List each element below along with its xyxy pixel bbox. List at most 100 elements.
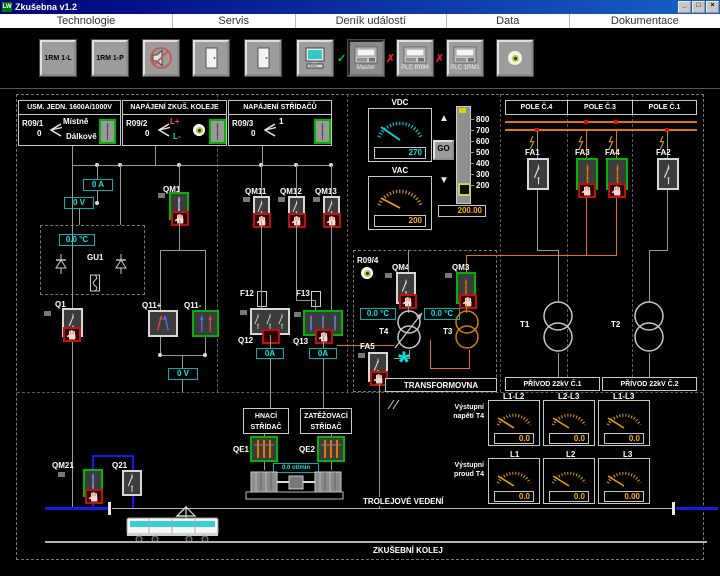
- wire: [649, 353, 650, 377]
- rail-label: ZKUŠEBNÍ KOLEJ: [370, 546, 446, 555]
- wire: [72, 165, 73, 308]
- panel-usm-jedn: USM. JEDN. 1600A/1000V R09/1 0 Místně Dá…: [18, 100, 121, 146]
- door-button-1[interactable]: [193, 40, 229, 76]
- r09-1-manual-switch[interactable]: [99, 119, 116, 144]
- load-inverter-title: ZATĚŽOVACÍ STŘÍDAČ: [300, 408, 352, 434]
- qm11-manual-hand-button[interactable]: [253, 213, 271, 228]
- switch-q11-minus[interactable]: [192, 310, 219, 337]
- wire: [261, 221, 262, 308]
- vdc-meter-label: VDC: [368, 98, 432, 107]
- pole-4-header: POLE Č.4: [505, 100, 568, 115]
- mute-alarm-button[interactable]: [143, 40, 179, 76]
- menu-technologie[interactable]: Technologie: [0, 14, 173, 28]
- wire: [79, 209, 80, 225]
- q11-minus-label: Q11-: [184, 301, 201, 310]
- trolley-line-blue: [676, 507, 718, 510]
- status-tag: [58, 472, 65, 477]
- wire: [72, 146, 73, 165]
- q1-manual-hand-button[interactable]: [63, 327, 81, 342]
- setpoint-go-button[interactable]: GO: [433, 140, 454, 160]
- motor-generator-set: [245, 466, 345, 502]
- app-icon: LW: [2, 2, 12, 12]
- wire: [616, 198, 617, 255]
- qm12-manual-hand-button[interactable]: [288, 213, 306, 228]
- selector-switch-icon[interactable]: [261, 122, 279, 138]
- button-1rm-1-p[interactable]: 1RM 1-P: [92, 40, 128, 76]
- r09-2-option-top: L+: [170, 117, 180, 126]
- transformer-t3-icon[interactable]: [450, 308, 484, 352]
- switch-q11-plus[interactable]: [148, 310, 178, 337]
- tick-mark: [470, 130, 474, 131]
- lamp-test-button[interactable]: [497, 40, 533, 76]
- plc-r094-button[interactable]: PLC R094: [397, 40, 433, 76]
- wire: [92, 455, 134, 457]
- wire: [296, 165, 297, 196]
- tick-mark: [470, 119, 474, 120]
- qm1-manual-hand-button[interactable]: [171, 211, 189, 226]
- fa3-manual-hand-button[interactable]: [578, 183, 596, 198]
- wire: [430, 368, 470, 369]
- breaker-fa1[interactable]: [527, 158, 549, 190]
- r09-2-lamp: [193, 124, 205, 136]
- wire: [296, 221, 297, 300]
- maximize-button[interactable]: □: [692, 1, 705, 13]
- switch-open-icon: [126, 473, 138, 493]
- minimize-button[interactable]: _: [678, 1, 691, 13]
- diode-icon: [113, 254, 129, 274]
- hatch-mark: [386, 399, 402, 410]
- menu-dokumentace[interactable]: Dokumentace: [570, 14, 720, 28]
- meter-l1l3-value: 0.0: [604, 433, 644, 444]
- q12-manual-hand-button[interactable]: [262, 329, 280, 344]
- button-1rm-1-l[interactable]: 1RM 1-L: [40, 40, 76, 76]
- breaker-q21[interactable]: [122, 470, 142, 496]
- button-1rm-1-l-label: 1RM 1-L: [44, 55, 71, 62]
- t4-temp-display: 0.0 °C: [360, 308, 396, 320]
- setpoint-up-button[interactable]: ▲: [436, 112, 452, 128]
- panel-napajeni-stridacu: NAPÁJENÍ STŘÍDAČŮ R09/3 0 1: [228, 100, 332, 146]
- wire: [537, 190, 538, 250]
- qm11-label: QM11: [245, 187, 266, 196]
- menu-servis[interactable]: Servis: [173, 14, 296, 28]
- connector-qe2[interactable]: [317, 436, 345, 462]
- setpoint-down-button[interactable]: ▼: [436, 174, 452, 190]
- r09-3-manual-switch[interactable]: [314, 119, 331, 144]
- qm21-manual-hand-button[interactable]: [85, 489, 103, 504]
- transformer-t2-icon[interactable]: [629, 298, 669, 356]
- meter-l1l2: 0.0: [488, 400, 540, 446]
- operator-pc-button[interactable]: [297, 40, 333, 76]
- qm3-label: QM3: [452, 263, 469, 272]
- changeover-open-icon: [151, 313, 175, 334]
- q12-label: Q12: [238, 336, 253, 345]
- connector-qe1[interactable]: [250, 436, 278, 462]
- qm13-manual-hand-button[interactable]: [323, 213, 341, 228]
- section-insulator: [108, 502, 111, 515]
- scale-tick-800: 800: [476, 115, 489, 124]
- transformer-t1-icon[interactable]: [538, 298, 578, 356]
- rectifier-gu1-box: 0.0 °C GU1: [40, 225, 145, 295]
- r09-2-manual-switch[interactable]: [209, 119, 226, 144]
- qm3-manual-hand-button[interactable]: [459, 294, 477, 309]
- plc-1rm1-button[interactable]: PLC 1RM1: [447, 40, 483, 76]
- panel-koleje-title: NAPÁJENÍ ZKUŠ. KOLEJE: [122, 100, 227, 115]
- plc-master-button[interactable]: Master: [348, 40, 384, 76]
- wire: [270, 335, 271, 348]
- breaker-fa2[interactable]: [657, 158, 679, 190]
- wire: [430, 340, 431, 368]
- wire: [331, 434, 332, 436]
- close-button[interactable]: ×: [706, 1, 719, 13]
- q13-manual-hand-button[interactable]: [315, 329, 333, 344]
- door-button-2[interactable]: [245, 40, 281, 76]
- tick-mark: [470, 174, 474, 175]
- qm13-label: QM13: [315, 187, 337, 196]
- panel-stridacu-title: NAPÁJENÍ STŘÍDAČŮ: [228, 100, 332, 115]
- vac-meter-face: [372, 180, 428, 212]
- toolbar: 1RM 1-L 1RM 1-P ✓ Master ✗ PLC R094 ✗ PL…: [0, 28, 720, 88]
- r09-4-tag: R09/4: [357, 256, 378, 265]
- f13-label: F13: [296, 289, 310, 298]
- status-tag: [294, 312, 301, 317]
- menu-data[interactable]: Data: [447, 14, 570, 28]
- node: [158, 353, 162, 357]
- qe2-label: QE2: [299, 445, 315, 454]
- menu-denik-udalosti[interactable]: Deník událostí: [296, 14, 447, 28]
- fa4-manual-hand-button[interactable]: [608, 183, 626, 198]
